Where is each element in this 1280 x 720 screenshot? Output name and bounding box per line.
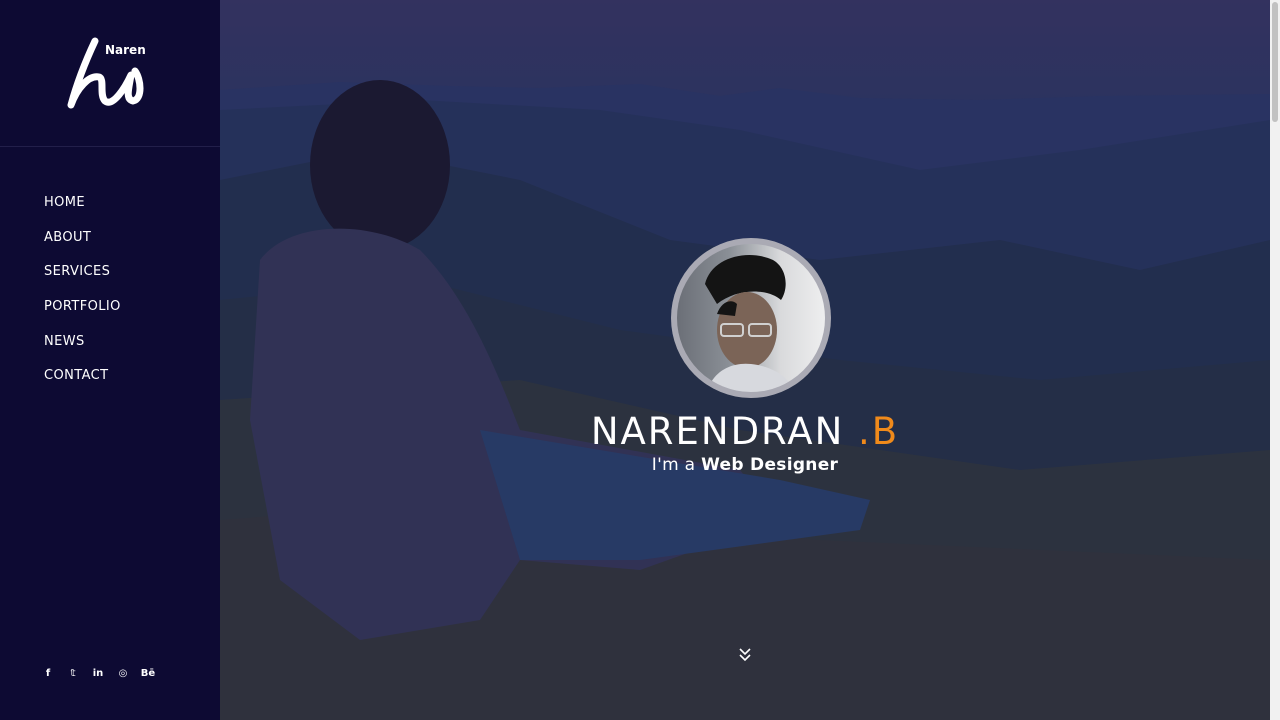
profile-avatar-ring — [671, 238, 831, 398]
nav-link-news[interactable]: NEWS — [44, 334, 85, 349]
behance-icon[interactable]: Bē — [140, 668, 156, 679]
nav-item-home: HOME — [44, 185, 220, 220]
profile-avatar — [677, 244, 825, 392]
hero-name-accent: .B — [858, 410, 900, 453]
nav-link-about[interactable]: ABOUT — [44, 230, 91, 245]
nav-item-services: SERVICES — [44, 254, 220, 289]
scrollbar-thumb[interactable] — [1272, 2, 1278, 122]
nav-link-home[interactable]: HOME — [44, 195, 85, 210]
logo-area: Naren — [0, 0, 220, 147]
nav-link-contact[interactable]: CONTACT — [44, 368, 108, 383]
page-scrollbar[interactable] — [1270, 0, 1280, 720]
hero-name-main: NARENDRAN — [590, 410, 845, 453]
nav-item-contact: CONTACT — [44, 358, 220, 393]
sidebar: Naren HOME ABOUT SERVICES PORTFOLIO NEWS… — [0, 0, 220, 720]
nav-item-about: ABOUT — [44, 220, 220, 255]
site-logo[interactable]: Naren — [65, 33, 155, 113]
social-links: f 𝕥 in ◎ Bē — [40, 668, 156, 679]
main-nav: HOME ABOUT SERVICES PORTFOLIO NEWS CONTA… — [0, 147, 220, 393]
profile-photo — [705, 254, 795, 392]
linkedin-icon[interactable]: in — [90, 668, 106, 679]
nav-link-portfolio[interactable]: PORTFOLIO — [44, 299, 121, 314]
hero-tagline-prefix: I'm a — [651, 455, 696, 475]
hero-tagline-role: Web Designer — [701, 455, 839, 475]
nav-link-services[interactable]: SERVICES — [44, 264, 110, 279]
double-chevron-down-icon[interactable] — [736, 646, 754, 664]
facebook-icon[interactable]: f — [40, 668, 56, 679]
logo-text: Naren — [105, 43, 146, 57]
hero-name: NARENDRAN .B — [220, 410, 1270, 453]
hero-tagline: I'm a Web Designer — [220, 455, 1270, 475]
nav-item-portfolio: PORTFOLIO — [44, 289, 220, 324]
nav-item-news: NEWS — [44, 324, 220, 359]
twitter-icon[interactable]: 𝕥 — [65, 668, 81, 679]
hero-section: NARENDRAN .B I'm a Web Designer — [220, 0, 1270, 720]
instagram-icon[interactable]: ◎ — [115, 668, 131, 679]
